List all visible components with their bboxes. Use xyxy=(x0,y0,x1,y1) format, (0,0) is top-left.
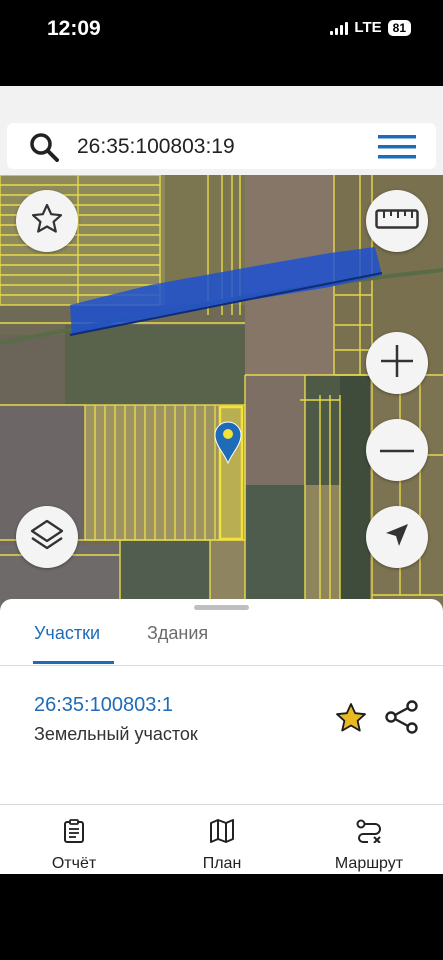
nav-plan[interactable]: План xyxy=(184,805,260,874)
minus-icon xyxy=(379,441,415,459)
field xyxy=(0,335,65,405)
network-type: LTE xyxy=(354,19,382,36)
bottom-navigation: Отчёт План Маршрут xyxy=(0,804,443,874)
plot-card[interactable]: 26:35:100803:1 Земельный участок xyxy=(0,666,443,801)
map-plan-icon xyxy=(209,819,235,848)
field xyxy=(340,375,370,615)
status-bar: 12:09 LTE 81 xyxy=(0,0,443,60)
active-tab-indicator xyxy=(33,661,114,664)
field xyxy=(245,485,305,615)
nav-report[interactable]: Отчёт xyxy=(36,805,112,874)
hamburger-menu-icon[interactable] xyxy=(378,135,416,164)
ruler-icon xyxy=(375,208,419,234)
star-outline-icon xyxy=(30,202,64,241)
plot-cadastral-number[interactable]: 26:35:100803:1 xyxy=(34,694,173,717)
plot-type: Земельный участок xyxy=(34,724,198,744)
sheet-drag-handle[interactable] xyxy=(194,605,249,610)
navigation-arrow-icon xyxy=(383,521,411,554)
search-input[interactable]: 26:35:100803:19 xyxy=(77,135,235,159)
status-time: 12:09 xyxy=(47,17,101,40)
status-indicators: LTE 81 xyxy=(330,19,411,36)
share-icon[interactable] xyxy=(385,700,419,739)
search-bar[interactable]: 26:35:100803:19 xyxy=(7,123,436,169)
route-icon xyxy=(356,819,382,848)
layers-icon xyxy=(29,517,65,558)
battery-level: 81 xyxy=(387,19,411,36)
search-icon[interactable] xyxy=(29,132,59,167)
nav-route[interactable]: Маршрут xyxy=(326,805,412,874)
star-filled-icon[interactable] xyxy=(334,702,368,739)
nav-route-label: Маршрут xyxy=(334,855,404,872)
favorite-button[interactable] xyxy=(16,190,78,252)
nav-report-label: Отчёт xyxy=(51,855,97,872)
zoom-out-button[interactable] xyxy=(366,419,428,481)
tab-plots[interactable]: Участки xyxy=(34,623,100,644)
zoom-in-button[interactable] xyxy=(366,332,428,394)
ruler-button[interactable] xyxy=(366,190,428,252)
tab-buildings[interactable]: Здания xyxy=(147,623,208,644)
plus-icon xyxy=(379,343,415,384)
locate-button[interactable] xyxy=(366,506,428,568)
field xyxy=(65,325,245,405)
field xyxy=(245,375,305,485)
home-indicator-area xyxy=(0,874,443,960)
report-icon xyxy=(63,819,85,848)
app-window: 26:35:100803:19 Участки Здания 26:35:100… xyxy=(0,86,443,874)
layers-button[interactable] xyxy=(16,506,78,568)
cellular-signal-icon xyxy=(330,21,349,35)
nav-plan-label: План xyxy=(202,855,242,872)
